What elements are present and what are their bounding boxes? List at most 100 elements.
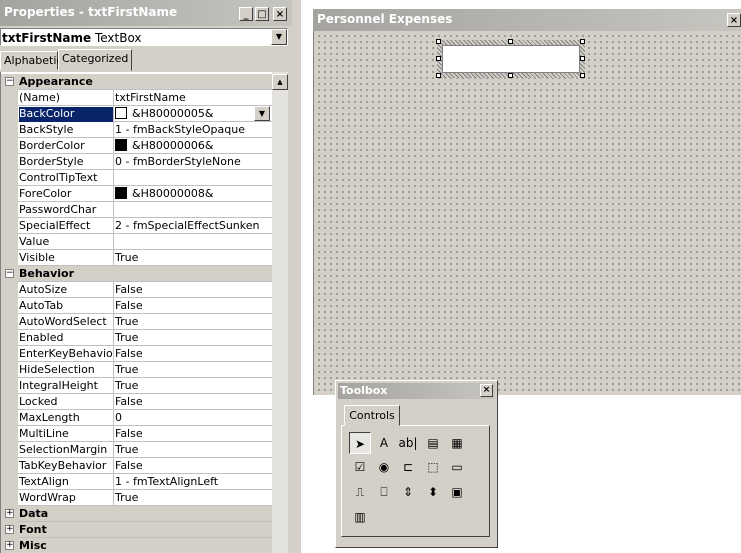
property-row[interactable]: TabKeyBehavior False [1, 458, 272, 474]
column-separator[interactable] [113, 346, 114, 362]
column-separator[interactable] [113, 410, 114, 426]
resize-handle-ne[interactable] [580, 39, 585, 44]
expand-icon[interactable]: + [5, 509, 14, 518]
column-separator[interactable] [113, 234, 114, 250]
column-separator[interactable] [113, 394, 114, 410]
property-row[interactable]: BackStyle 1 - fmBackStyleOpaque [1, 122, 272, 138]
property-row[interactable]: HideSelection True [1, 362, 272, 378]
column-separator[interactable] [113, 138, 114, 154]
property-row[interactable]: AutoWordSelect True [1, 314, 272, 330]
optionbutton-icon[interactable]: ◉ [373, 456, 395, 478]
property-category[interactable]: + Font [1, 522, 272, 538]
property-row[interactable]: Enabled True [1, 330, 272, 346]
property-value[interactable]: 2 - fmSpecialEffectSunken [115, 219, 270, 234]
toolbox-title-bar[interactable]: Toolbox × [338, 383, 495, 399]
object-selector[interactable]: txtFirstName TextBox ▼ [0, 28, 288, 46]
property-value[interactable]: &H80000005& [115, 107, 270, 122]
property-value[interactable]: False [115, 427, 270, 442]
column-separator[interactable] [113, 250, 114, 266]
property-row[interactable]: PasswordChar [1, 202, 272, 218]
column-separator[interactable] [113, 202, 114, 218]
property-value[interactable]: 1 - fmBackStyleOpaque [115, 123, 270, 138]
refedit-icon[interactable]: ▥ [349, 506, 371, 528]
property-category[interactable]: − Appearance [1, 74, 272, 90]
column-separator[interactable] [113, 426, 114, 442]
tab-categorized[interactable]: Categorized [58, 49, 132, 71]
property-category[interactable]: + Data [1, 506, 272, 522]
property-value[interactable]: False [115, 459, 270, 474]
resize-handle-sw[interactable] [436, 73, 441, 78]
property-row[interactable]: Visible True [1, 250, 272, 266]
property-value[interactable]: False [115, 299, 270, 314]
property-row[interactable]: BorderStyle 0 - fmBorderStyleNone [1, 154, 272, 170]
property-row[interactable]: ControlTipText [1, 170, 272, 186]
frame-icon[interactable]: ⬚ [422, 456, 444, 478]
property-row[interactable]: AutoSize False [1, 282, 272, 298]
txtfirstname-textbox[interactable] [442, 45, 580, 73]
property-value[interactable]: False [115, 347, 270, 362]
column-separator[interactable] [113, 474, 114, 490]
property-value[interactable]: True [115, 491, 270, 506]
property-value[interactable]: True [115, 363, 270, 378]
column-separator[interactable] [113, 362, 114, 378]
label-icon[interactable]: A [373, 432, 395, 454]
userform-design-surface[interactable] [313, 31, 741, 395]
tabstrip-icon[interactable]: ⎍ [349, 481, 371, 503]
scroll-up-icon[interactable]: ▲ [272, 74, 288, 90]
toolbox-close-button[interactable]: × [480, 384, 493, 397]
column-separator[interactable] [113, 90, 114, 106]
pane-divider[interactable] [292, 0, 301, 553]
property-row[interactable]: Locked False [1, 394, 272, 410]
property-value[interactable] [115, 235, 270, 250]
property-value[interactable]: txtFirstName [115, 91, 270, 106]
property-value[interactable]: &H80000006& [115, 139, 270, 154]
textbox-icon[interactable]: ab| [397, 432, 419, 454]
select-objects-icon[interactable]: ➤ [349, 432, 371, 454]
property-scrollbar[interactable]: ▲ [272, 72, 288, 553]
column-separator[interactable] [113, 458, 114, 474]
property-row[interactable]: ForeColor &H80000008& [1, 186, 272, 202]
property-row[interactable]: TextAlign 1 - fmTextAlignLeft [1, 474, 272, 490]
resize-handle-s[interactable] [508, 73, 513, 78]
property-row[interactable]: Value [1, 234, 272, 250]
property-row[interactable]: EnterKeyBehavior False [1, 346, 272, 362]
collapse-icon[interactable]: − [5, 269, 14, 278]
property-row[interactable]: SelectionMargin True [1, 442, 272, 458]
column-separator[interactable] [113, 218, 114, 234]
resize-handle-se[interactable] [580, 73, 585, 78]
resize-handle-w[interactable] [436, 56, 441, 61]
property-value[interactable]: False [115, 395, 270, 410]
tab-controls[interactable]: Controls [344, 405, 400, 426]
column-separator[interactable] [113, 282, 114, 298]
property-row[interactable]: AutoTab False [1, 298, 272, 314]
property-value[interactable]: 0 - fmBorderStyleNone [115, 155, 270, 170]
property-value[interactable] [115, 203, 270, 218]
expand-icon[interactable]: + [5, 525, 14, 534]
property-row[interactable]: SpecialEffect 2 - fmSpecialEffectSunken [1, 218, 272, 234]
property-value[interactable]: True [115, 331, 270, 346]
close-button[interactable]: × [273, 7, 287, 21]
column-separator[interactable] [113, 330, 114, 346]
property-row[interactable]: WordWrap True [1, 490, 272, 506]
togglebutton-icon[interactable]: ⊏ [397, 456, 419, 478]
userform-title-bar[interactable]: Personnel Expenses × [313, 9, 741, 31]
column-separator[interactable] [113, 154, 114, 170]
property-row[interactable]: BackColor &H80000005& ▼ [1, 106, 272, 122]
property-category[interactable]: + Misc [1, 538, 272, 553]
column-separator[interactable] [113, 298, 114, 314]
chevron-down-icon[interactable]: ▼ [254, 106, 270, 121]
property-value[interactable] [115, 171, 270, 186]
resize-handle-n[interactable] [508, 39, 513, 44]
resize-handle-nw[interactable] [436, 39, 441, 44]
property-value[interactable]: True [115, 379, 270, 394]
property-value[interactable]: True [115, 251, 270, 266]
commandbutton-icon[interactable]: ▭ [446, 456, 468, 478]
checkbox-icon[interactable]: ☑ [349, 456, 371, 478]
listbox-icon[interactable]: ▦ [446, 432, 468, 454]
property-row[interactable]: (Name) txtFirstName [1, 90, 272, 106]
column-separator[interactable] [113, 442, 114, 458]
property-row[interactable]: MultiLine False [1, 426, 272, 442]
userform-close-button[interactable]: × [727, 13, 741, 27]
maximize-button[interactable]: □ [255, 7, 269, 21]
column-separator[interactable] [113, 314, 114, 330]
